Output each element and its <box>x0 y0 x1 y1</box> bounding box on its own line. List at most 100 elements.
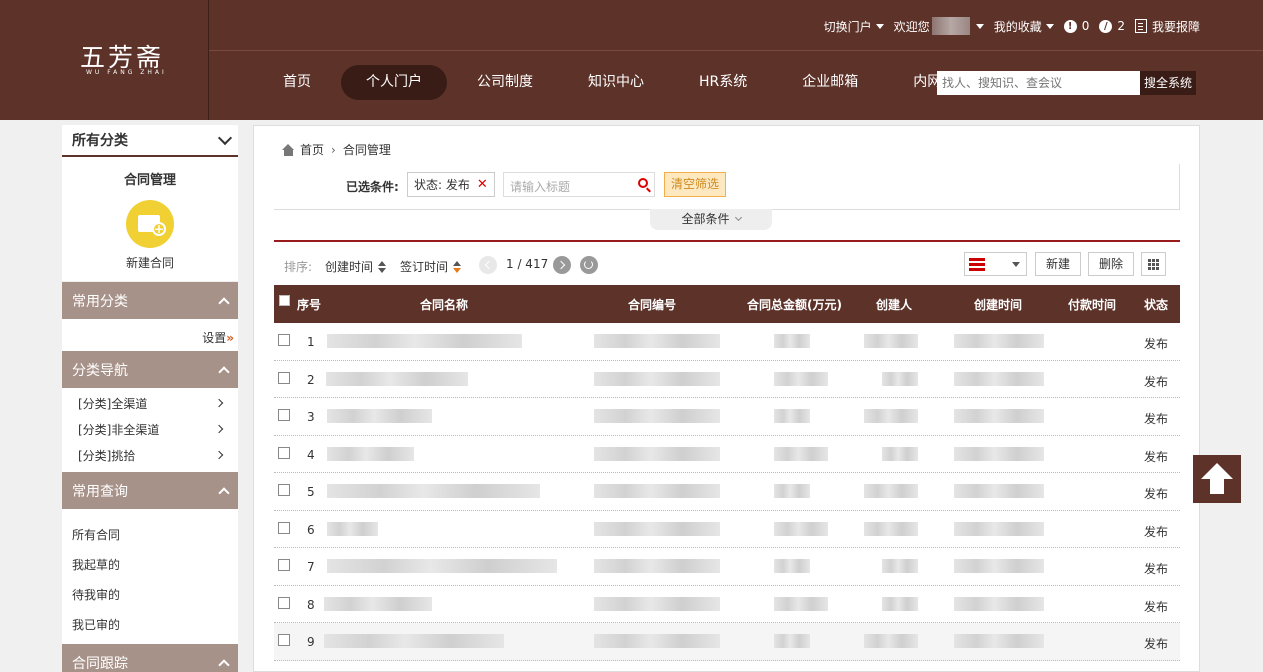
redacted-contract-name[interactable] <box>327 484 540 498</box>
redacted-contract-no <box>594 484 720 498</box>
redacted-contract-no <box>594 521 720 536</box>
redacted-contract-name[interactable] <box>327 446 414 461</box>
row-status: 发布 <box>1144 599 1169 614</box>
double-chevron-right-icon: » <box>226 331 234 345</box>
contract-tracking-header[interactable]: 合同跟踪 <box>62 644 238 672</box>
query-my-drafts[interactable]: 我起草的 <box>62 549 238 579</box>
nav-personal-portal[interactable]: 个人门户 <box>341 65 447 100</box>
redacted-contract-name[interactable] <box>327 409 432 423</box>
grid-view-icon[interactable] <box>1141 252 1166 276</box>
sort-label: 排序: <box>284 260 313 274</box>
category-item-omnichannel[interactable]: [分类]全渠道 <box>62 390 238 416</box>
sort-by-created-time[interactable]: 创建时间 <box>325 258 387 275</box>
table-row[interactable]: 7 发布 <box>274 548 1180 586</box>
nav-home[interactable]: 首页 <box>258 65 336 100</box>
redacted-contract-no <box>594 371 720 386</box>
new-button[interactable]: 新建 <box>1035 252 1082 276</box>
home-icon <box>282 143 295 156</box>
row-checkbox[interactable] <box>278 484 290 496</box>
query-reviewed[interactable]: 我已审的 <box>62 609 238 639</box>
common-query-header[interactable]: 常用查询 <box>62 472 238 509</box>
category-item-pick[interactable]: [分类]挑拾 <box>62 442 238 468</box>
next-page-button[interactable] <box>553 256 571 274</box>
main-nav: 首页 个人门户 公司制度 知识中心 HR系统 企业邮箱 内网 <box>258 65 971 100</box>
redacted-created-time <box>954 634 1044 648</box>
table-row[interactable]: 8 发布 <box>274 586 1180 623</box>
breadcrumb-current: 合同管理 <box>342 143 391 157</box>
redacted-contract-name[interactable] <box>324 634 504 648</box>
redacted-contract-name[interactable] <box>324 596 432 611</box>
common-categories-header[interactable]: 常用分类 <box>62 282 238 319</box>
tasks-link[interactable]: / 2 <box>1099 19 1125 33</box>
table-row[interactable]: 2 发布 <box>274 361 1180 398</box>
alerts-link[interactable]: ! 0 <box>1063 19 1089 33</box>
all-conditions-toggle[interactable]: 全部条件 <box>650 209 772 230</box>
switch-portal-menu[interactable]: 切换门户 <box>824 18 884 35</box>
plus-icon: + <box>152 222 166 236</box>
user-menu[interactable]: 欢迎您 <box>894 17 984 35</box>
redacted-contract-name[interactable] <box>326 371 468 386</box>
table-row[interactable]: 5 发布 <box>274 473 1180 511</box>
nav-knowledge-center[interactable]: 知识中心 <box>563 65 669 100</box>
table-row[interactable]: 9 发布 <box>274 623 1180 661</box>
redacted-contract-name[interactable] <box>327 521 378 536</box>
nav-enterprise-mail[interactable]: 企业邮箱 <box>777 65 883 100</box>
nav-hr-system[interactable]: HR系统 <box>674 65 772 100</box>
category-nav-header[interactable]: 分类导航 <box>62 351 238 388</box>
redacted-creator <box>864 521 918 536</box>
redacted-contract-name[interactable] <box>327 559 557 573</box>
back-to-top-arrow-icon[interactable] <box>1193 455 1241 503</box>
redacted-creator <box>864 409 918 423</box>
common-categories-label: 常用分类 <box>72 293 128 310</box>
row-checkbox[interactable] <box>278 371 290 384</box>
col-payment-time[interactable]: 付款时间 <box>1068 296 1116 313</box>
query-all-contracts[interactable]: 所有合同 <box>62 519 238 549</box>
row-checkbox[interactable] <box>278 446 290 459</box>
row-checkbox[interactable] <box>278 634 290 646</box>
sort-by-signed-time[interactable]: 签订时间 <box>400 258 462 275</box>
view-mode-select[interactable] <box>964 252 1027 276</box>
redacted-contract-name[interactable] <box>327 334 522 348</box>
document-edit-icon <box>1134 19 1147 33</box>
table-row[interactable]: 4 发布 <box>274 436 1180 473</box>
row-checkbox[interactable] <box>278 559 290 571</box>
col-contract-no[interactable]: 合同编号 <box>628 296 676 313</box>
report-label: 我要报障 <box>1151 19 1200 34</box>
global-search-input[interactable] <box>937 71 1140 95</box>
redacted-contract-no <box>594 409 720 423</box>
table-row[interactable]: 1 发布 <box>274 323 1180 361</box>
nav-company-policy[interactable]: 公司制度 <box>452 65 558 100</box>
new-contract-link[interactable]: 新建合同 <box>62 254 238 271</box>
col-created-time[interactable]: 创建时间 <box>974 296 1022 313</box>
query-pending-review[interactable]: 待我审的 <box>62 579 238 609</box>
new-contract-icon[interactable]: + <box>126 200 174 248</box>
row-checkbox[interactable] <box>278 596 290 609</box>
favorites-menu[interactable]: 我的收藏 <box>994 18 1054 35</box>
settings-link[interactable]: 设置» <box>62 319 238 351</box>
category-item-non-omnichannel[interactable]: [分类]非全渠道 <box>62 416 238 442</box>
report-link[interactable]: 我要报障 <box>1134 18 1200 35</box>
row-checkbox[interactable] <box>278 409 290 421</box>
all-conditions-label: 全部条件 <box>681 212 730 226</box>
select-all-checkbox[interactable] <box>279 295 290 306</box>
col-status[interactable]: 状态 <box>1144 296 1168 313</box>
prev-page-button[interactable] <box>479 256 497 274</box>
breadcrumb-home[interactable]: 首页 <box>300 141 324 158</box>
search-icon[interactable] <box>638 178 648 188</box>
clear-filters-button[interactable]: 清空筛选 <box>664 172 727 197</box>
col-contract-name[interactable]: 合同名称 <box>420 296 468 313</box>
table-row[interactable]: 3 发布 <box>274 398 1180 436</box>
col-total-amount[interactable]: 合同总金额(万元) <box>747 296 842 313</box>
refresh-icon[interactable] <box>580 256 598 274</box>
table-header: 序号 合同名称 合同编号 合同总金额(万元) 创建人 创建时间 付款时间 状态 <box>274 285 1180 323</box>
row-checkbox[interactable] <box>278 521 290 534</box>
title-search-input[interactable]: 请输入标题 <box>503 172 655 197</box>
row-checkbox[interactable] <box>278 334 290 346</box>
col-creator[interactable]: 创建人 <box>876 296 912 313</box>
delete-button[interactable]: 删除 <box>1088 252 1135 276</box>
table-row[interactable]: 6 发布 <box>274 511 1180 548</box>
close-icon[interactable]: ✕ <box>477 177 488 192</box>
all-categories-dropdown[interactable]: 所有分类 <box>62 125 238 157</box>
global-search-button[interactable]: 搜全系统 <box>1140 71 1197 95</box>
sort-arrows-icon <box>453 260 462 273</box>
